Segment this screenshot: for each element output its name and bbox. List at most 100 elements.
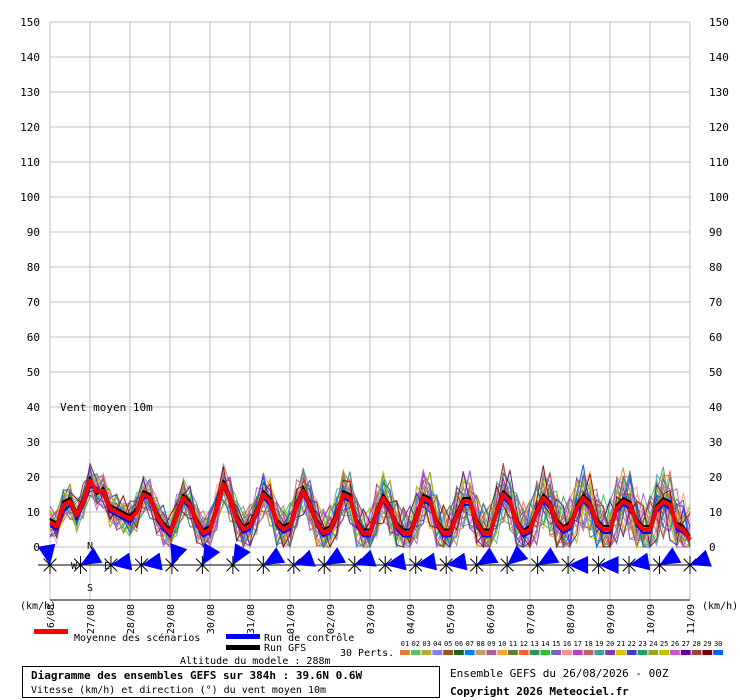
perturbation-swatch bbox=[572, 650, 583, 655]
x-date-label: 06/09 bbox=[486, 604, 497, 634]
y-tick-label: 140 bbox=[20, 51, 40, 64]
wind-direction-glyph bbox=[620, 552, 651, 574]
perturbation-number: 01 bbox=[401, 640, 409, 648]
x-date-label: 09/09 bbox=[606, 604, 617, 634]
chart-title: Diagramme des ensembles GEFS sur 384h : … bbox=[31, 669, 363, 682]
wind-direction-wedge bbox=[568, 556, 589, 574]
perturbation-swatch bbox=[464, 650, 475, 655]
wind-direction-glyph bbox=[437, 552, 468, 574]
perturbation-number: 13 bbox=[530, 640, 538, 648]
y-tick-label: 130 bbox=[709, 86, 729, 99]
perturbation-number: 23 bbox=[638, 640, 646, 648]
x-date-label: 03/09 bbox=[366, 604, 377, 634]
wind-direction-glyph bbox=[467, 547, 499, 574]
wind-direction-glyph bbox=[254, 547, 286, 574]
wind-direction-wedge bbox=[293, 549, 316, 567]
perturbation-number: 30 bbox=[714, 640, 722, 648]
wind-direction-glyph bbox=[284, 549, 316, 574]
wind-direction-glyph bbox=[681, 549, 712, 574]
y-tick-label: 110 bbox=[709, 156, 729, 169]
wind-direction-glyph bbox=[650, 547, 682, 574]
perturbation-number: 15 bbox=[552, 640, 560, 648]
perturbation-number: 26 bbox=[671, 640, 679, 648]
perturbation-swatch bbox=[486, 650, 497, 655]
legend-perts-label: 30 Perts. bbox=[340, 648, 394, 659]
ensemble-chart: 0102030405060708090100110120130140150 01… bbox=[20, 16, 738, 667]
y-tick-label: 150 bbox=[20, 16, 40, 29]
perturbation-number: 28 bbox=[692, 640, 700, 648]
perturbation-swatch bbox=[432, 650, 443, 655]
wind-direction-wedge bbox=[507, 545, 529, 565]
perturbation-swatch bbox=[583, 650, 594, 655]
perturbation-number: 04 bbox=[433, 640, 441, 648]
compass-s-label: S bbox=[87, 583, 93, 594]
x-date-label: 27/08 bbox=[86, 604, 97, 634]
x-date-label: 30/08 bbox=[206, 604, 217, 634]
perturbation-number: 22 bbox=[628, 640, 636, 648]
y-unit-left: (km/h) bbox=[20, 601, 56, 612]
wind-direction-wedge bbox=[659, 547, 682, 565]
y-tick-label: 70 bbox=[709, 296, 722, 309]
wind-direction-row bbox=[37, 543, 712, 574]
perturbation-number: 21 bbox=[617, 640, 625, 648]
perturbation-number: 16 bbox=[563, 640, 571, 648]
perturbation-number: 20 bbox=[606, 640, 614, 648]
wind-direction-glyph bbox=[223, 543, 251, 574]
wind-direction-wedge bbox=[263, 547, 286, 565]
y-tick-label: 20 bbox=[27, 471, 40, 484]
perturbation-number: 07 bbox=[466, 640, 474, 648]
wind-direction-glyph bbox=[498, 545, 529, 574]
y-tick-label: 70 bbox=[27, 296, 40, 309]
y-tick-label: 40 bbox=[27, 401, 40, 414]
perturbation-number: 12 bbox=[520, 640, 528, 648]
x-date-label: 08/09 bbox=[566, 604, 577, 634]
compass-e-label: E bbox=[104, 561, 110, 572]
x-date-label: 04/09 bbox=[406, 604, 417, 634]
perturbation-number: 06 bbox=[455, 640, 463, 648]
title-box: Diagramme des ensembles GEFS sur 384h : … bbox=[22, 666, 440, 698]
x-date-label: 05/09 bbox=[446, 604, 457, 634]
wind-direction-glyph bbox=[559, 556, 589, 574]
y-tick-label: 100 bbox=[20, 191, 40, 204]
perturbation-number: 17 bbox=[574, 640, 582, 648]
x-date-label: 07/09 bbox=[526, 604, 537, 634]
legend-mean-label: Moyenne des scénarios bbox=[74, 632, 200, 644]
perturbation-swatch bbox=[691, 650, 702, 655]
wind-direction-glyph bbox=[37, 543, 59, 574]
perturbation-number: 25 bbox=[660, 640, 668, 648]
y-tick-label: 10 bbox=[27, 506, 40, 519]
x-date-label: 01/09 bbox=[286, 604, 297, 634]
perturbation-number: 09 bbox=[487, 640, 495, 648]
y-tick-label: 140 bbox=[709, 51, 729, 64]
perturbation-swatch bbox=[594, 650, 605, 655]
perturbation-swatch bbox=[400, 650, 410, 655]
y-tick-label: 50 bbox=[709, 366, 722, 379]
y-tick-label: 60 bbox=[709, 331, 722, 344]
y-tick-label: 90 bbox=[709, 226, 722, 239]
perturbation-number: 24 bbox=[649, 640, 657, 648]
perturbation-swatch bbox=[637, 650, 648, 655]
perturbation-swatch bbox=[626, 650, 637, 655]
perturbation-swatch bbox=[680, 650, 691, 655]
y-tick-label: 150 bbox=[709, 16, 729, 29]
perturbation-swatch bbox=[518, 650, 529, 655]
perturbation-number: 05 bbox=[444, 640, 452, 648]
perturbation-swatch bbox=[605, 650, 615, 655]
y-axis-left: 0102030405060708090100110120130140150 bbox=[20, 16, 40, 554]
wind-direction-glyph bbox=[528, 547, 560, 574]
wind-direction-wedge bbox=[598, 556, 619, 574]
wind-direction-wedge bbox=[537, 547, 560, 565]
copyright-label: Copyright 2026 Meteociel.fr bbox=[450, 685, 629, 698]
legend-gfs-label: Run GFS bbox=[264, 643, 306, 654]
wind-direction-glyph bbox=[162, 543, 188, 574]
x-axis-dates: 26/08 27/08 28/08 29/08 30/08 31/08 01/09 02/09… bbox=[46, 604, 697, 634]
y-tick-label: 130 bbox=[20, 86, 40, 99]
perturbation-number: 29 bbox=[703, 640, 711, 648]
wind-direction-glyph bbox=[406, 552, 437, 574]
y-tick-label: 120 bbox=[20, 121, 40, 134]
y-tick-label: 120 bbox=[709, 121, 729, 134]
perturbation-swatch bbox=[497, 650, 507, 655]
perturbation-swatch bbox=[713, 650, 723, 655]
compass-n-label: N bbox=[87, 541, 93, 552]
legend-gfs-swatch bbox=[226, 645, 260, 650]
